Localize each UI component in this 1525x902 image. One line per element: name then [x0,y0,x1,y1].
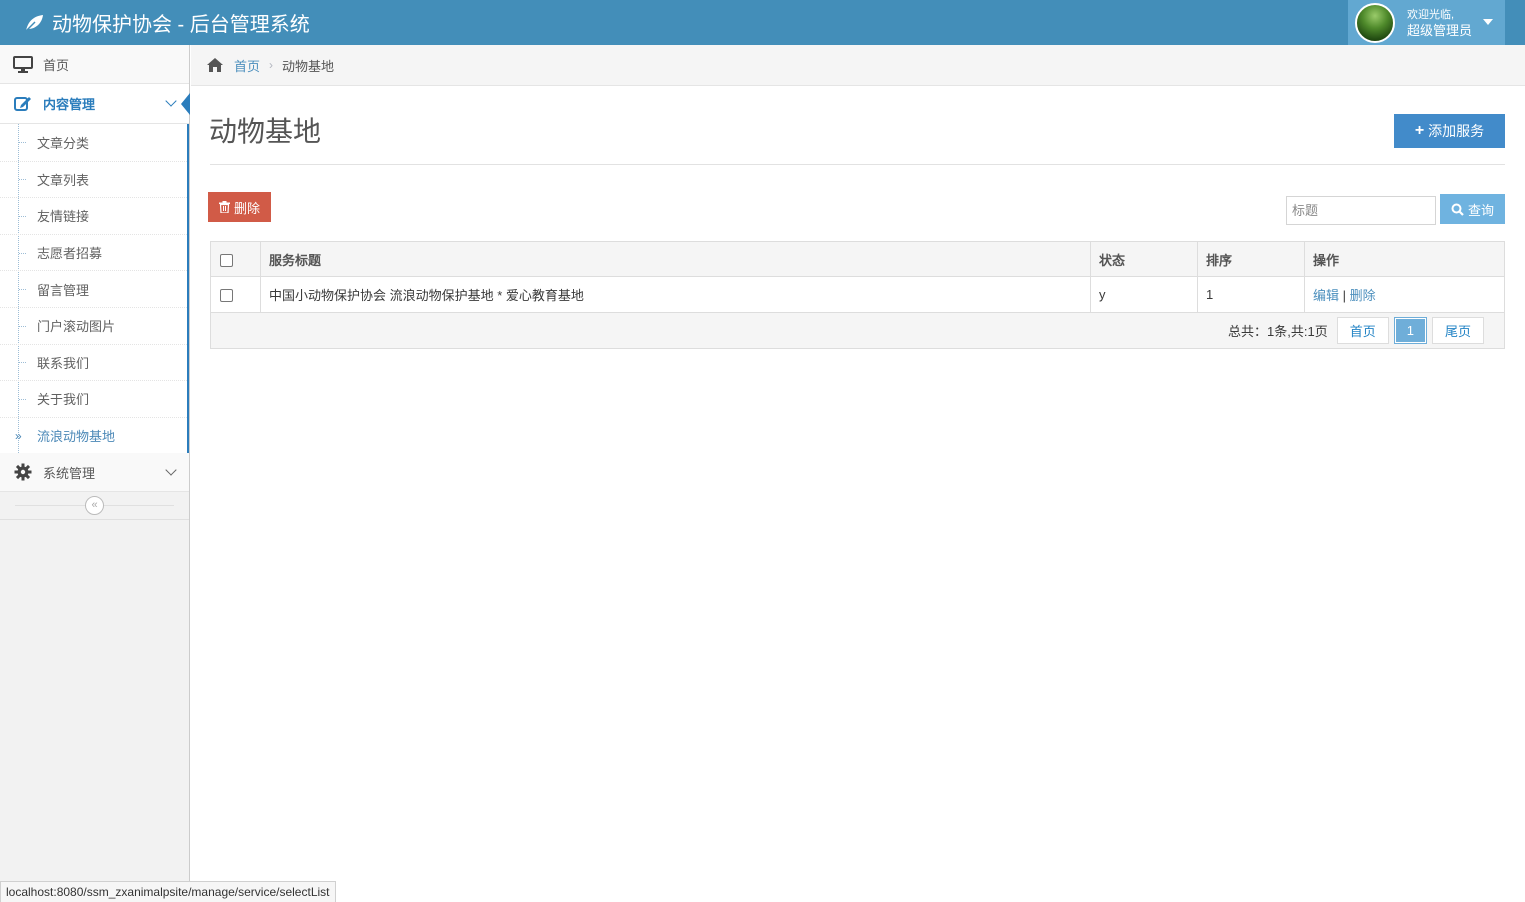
submenu-item-about-us[interactable]: 关于我们 [0,380,187,417]
edit-icon [13,95,33,113]
sidebar: 首页 内容管理 文章分类 文章列表 友情链接 志愿者招募 留言管理 门户滚动图片… [0,45,190,902]
trash-icon [218,201,230,213]
chevron-down-icon [165,95,177,107]
ops-separator: | [1342,288,1347,303]
sidebar-collapse-bar: « [0,492,189,521]
row-checkbox[interactable] [220,289,233,303]
last-page-button[interactable]: 尾页 [1431,317,1484,344]
column-header-status: 状态 [1090,241,1198,277]
divider [210,164,1505,165]
submenu-item-article-list[interactable]: 文章列表 [0,160,187,198]
breadcrumb: 首页 › 动物基地 [191,45,1525,86]
welcome-text: 欢迎光临, [1407,8,1455,21]
submenu-item-article-category[interactable]: 文章分类 [0,124,187,161]
submenu-item-volunteer-recruit[interactable]: 志愿者招募 [0,233,187,271]
column-header-ops: 操作 [1304,241,1505,277]
pagination-row: 总共：1条,共:1页 首页 1 尾页 [210,312,1505,349]
submenu-item-contact-us[interactable]: 联系我们 [0,343,187,381]
breadcrumb-home-link[interactable]: 首页 [234,56,260,75]
page-title: 动物基地 [209,116,322,147]
submenu-item-animal-base[interactable]: » 流浪动物基地 [0,416,187,454]
table-row: 中国小动物保护协会 流浪动物保护基地 * 爱心教育基地 y 1 编辑 | 删除 [210,276,1505,313]
sidebar-item-label: 首页 [43,57,70,73]
current-page-button[interactable]: 1 [1393,317,1427,344]
pagination-summary: 总共：1条,共:1页 [1228,324,1328,339]
batch-delete-button[interactable]: 删除 [208,192,271,222]
sidebar-item-system-management[interactable]: 系统管理 [0,453,189,493]
home-icon [207,58,223,72]
content-submenu: 文章分类 文章列表 友情链接 志愿者招募 留言管理 门户滚动图片 联系我们 关于… [0,124,189,454]
browser-status-url: localhost:8080/ssm_zxanimalpsite/manage/… [0,881,336,902]
submenu-item-label: 流浪动物基地 [37,429,116,445]
sidebar-item-home[interactable]: 首页 [0,45,189,84]
column-header-title: 服务标题 [260,241,1091,277]
sidebar-item-content-management[interactable]: 内容管理 [0,84,190,124]
plus-icon: + [1414,122,1425,139]
user-menu[interactable]: 欢迎光临, 超级管理员 [1348,0,1505,45]
chevron-down-icon [165,464,177,477]
search-button[interactable]: 查询 [1440,194,1505,224]
submenu-item-friend-links[interactable]: 友情链接 [0,197,187,234]
cell-status: y [1090,276,1198,313]
sidebar-item-label: 内容管理 [43,97,96,112]
submenu-item-message-management[interactable]: 留言管理 [0,270,187,307]
delete-link[interactable]: 删除 [1350,288,1376,303]
sidebar-item-label: 系统管理 [43,465,96,481]
collapse-sidebar-icon[interactable]: « [85,496,104,516]
edit-link[interactable]: 编辑 [1313,288,1339,303]
breadcrumb-current: 动物基地 [282,58,335,74]
submenu-item-carousel-images[interactable]: 门户滚动图片 [0,306,187,344]
leaf-icon [25,14,43,32]
brand-title: 动物保护协会 - 后台管理系统 [52,14,310,36]
main-content: 动物基地 + 添加服务 删除 查询 服务标题 状态 排序 操作 中国小动物保护协… [191,86,1525,902]
username: 超级管理员 [1407,22,1473,38]
gear-icon [13,463,33,481]
column-header-order: 排序 [1197,241,1305,277]
double-chevron-right-icon: » [15,428,22,443]
services-table: 服务标题 状态 排序 操作 中国小动物保护协会 流浪动物保护基地 * 爱心教育基… [210,241,1505,349]
first-page-button[interactable]: 首页 [1336,317,1389,344]
cell-ops: 编辑 | 删除 [1304,276,1505,313]
cell-title: 中国小动物保护协会 流浪动物保护基地 * 爱心教育基地 [260,276,1091,313]
add-service-button[interactable]: + 添加服务 [1394,114,1505,148]
select-all-checkbox[interactable] [220,253,233,267]
search-icon [1451,203,1464,216]
cell-order: 1 [1197,276,1305,313]
brand[interactable]: 动物保护协会 - 后台管理系统 [24,0,310,45]
top-navbar: 动物保护协会 - 后台管理系统 欢迎光临, 超级管理员 [0,0,1525,45]
table-header-row: 服务标题 状态 排序 操作 [210,241,1505,277]
title-search-input[interactable] [1286,196,1436,225]
breadcrumb-separator: › [269,58,274,72]
caret-down-icon[interactable] [1483,19,1493,25]
avatar [1355,2,1395,43]
monitor-icon [13,55,33,73]
pagination: 总共：1条,共:1页 首页 1 尾页 [219,317,1504,344]
